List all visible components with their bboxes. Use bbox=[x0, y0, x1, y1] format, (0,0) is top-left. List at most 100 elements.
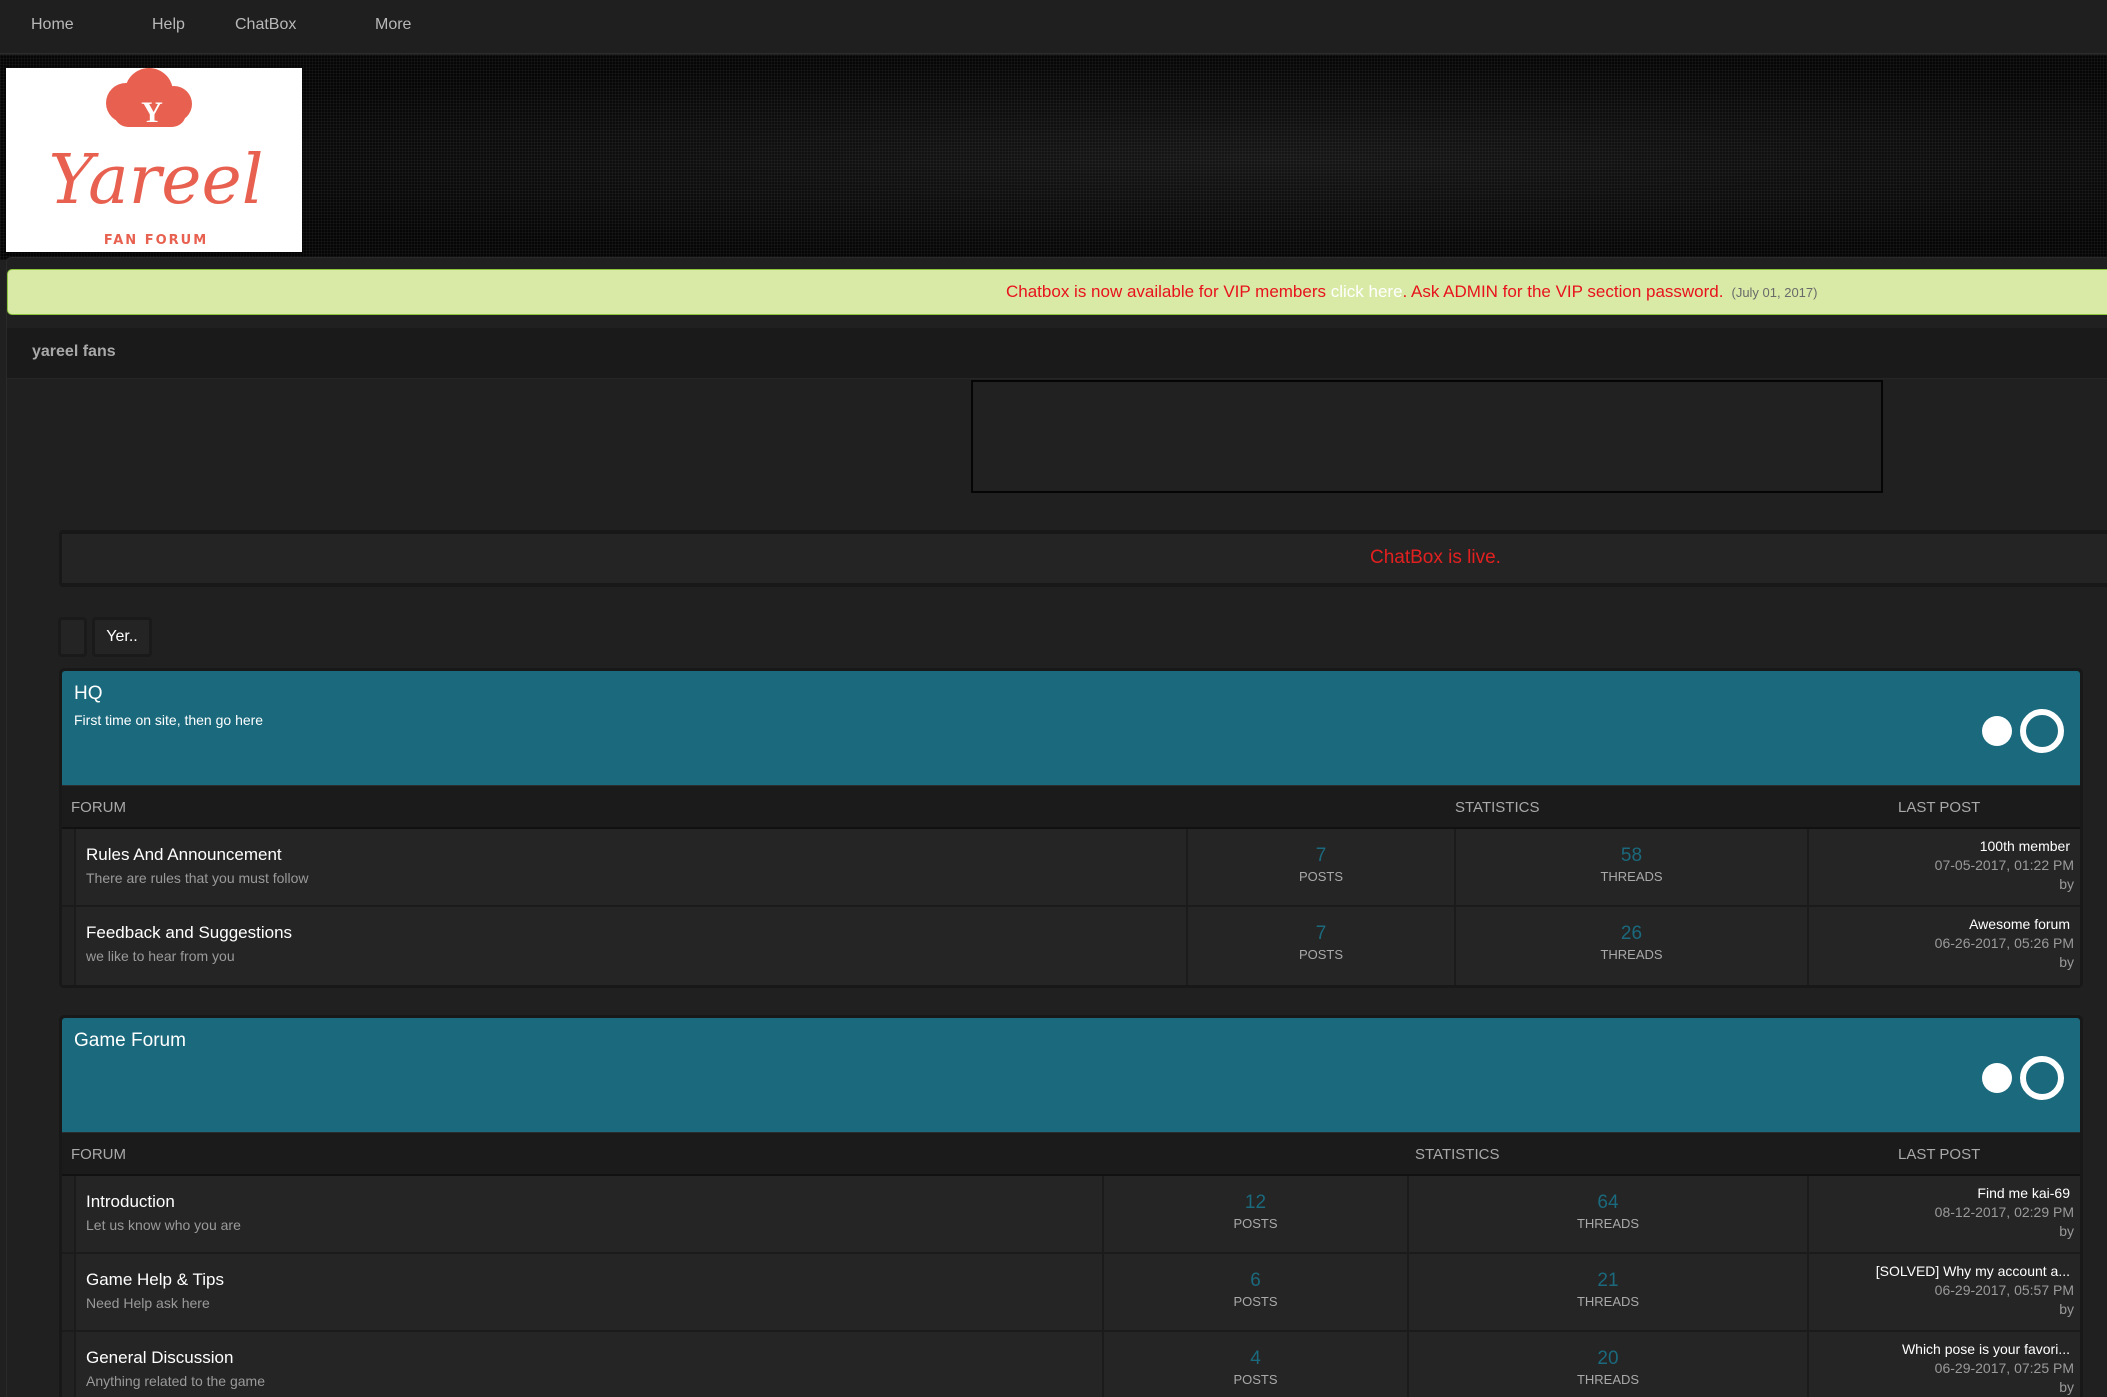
threads-count[interactable]: 26 bbox=[1456, 923, 1807, 945]
ad-placeholder bbox=[971, 380, 1883, 493]
last-post-title[interactable]: Awesome forum bbox=[1809, 916, 2074, 932]
category-toggle[interactable] bbox=[1980, 708, 2070, 754]
threads-cell: 20 THREADS bbox=[1407, 1332, 1807, 1397]
chatbox-notice-text: ChatBox is live. bbox=[1370, 547, 1501, 568]
forum-title[interactable]: Introduction bbox=[86, 1192, 175, 1212]
column-last-post: LAST POST bbox=[1898, 799, 1981, 816]
forum-row: Feedback and Suggestions we like to hear… bbox=[62, 907, 2080, 985]
last-post-cell: Which pose is your favori... 06-29-2017,… bbox=[1807, 1332, 2080, 1397]
collapse-icon[interactable] bbox=[2020, 709, 2064, 753]
threads-cell: 21 THREADS bbox=[1407, 1254, 1807, 1330]
last-post-date: 06-29-2017, 05:57 PM bbox=[1934, 1282, 2074, 1298]
forum-description: Need Help ask here bbox=[86, 1295, 210, 1311]
nav-help[interactable]: Help bbox=[152, 16, 185, 34]
announcement-link[interactable]: click here bbox=[1331, 282, 1403, 301]
posts-count[interactable]: 12 bbox=[1104, 1192, 1407, 1214]
last-post-author: by bbox=[2059, 1379, 2074, 1395]
posts-label: POSTS bbox=[1233, 1216, 1278, 1231]
last-post-title[interactable]: 100th member bbox=[1809, 838, 2074, 854]
column-headers: FORUM STATISTICS LAST POST bbox=[62, 785, 2080, 829]
last-post-title[interactable]: Find me kai-69 bbox=[1809, 1185, 2074, 1201]
posts-count[interactable]: 7 bbox=[1188, 845, 1454, 867]
posts-label: POSTS bbox=[1298, 947, 1344, 962]
category-title[interactable]: HQ bbox=[74, 683, 103, 705]
forum-title[interactable]: Rules And Announcement bbox=[86, 845, 282, 865]
forum-row: Introduction Let us know who you are 12 … bbox=[62, 1176, 2080, 1254]
threads-cell: 26 THREADS bbox=[1454, 907, 1807, 985]
forum-title[interactable]: Feedback and Suggestions bbox=[86, 923, 292, 943]
announcement-message-tail: . Ask ADMIN for the VIP section password… bbox=[1402, 282, 1724, 301]
threads-count[interactable]: 20 bbox=[1409, 1348, 1807, 1370]
threads-label: THREADS bbox=[1576, 1372, 1640, 1387]
nav-chatbox[interactable]: ChatBox bbox=[235, 16, 296, 34]
posts-count[interactable]: 7 bbox=[1188, 923, 1454, 945]
mark-read-icon[interactable] bbox=[1982, 1063, 2012, 1093]
logo-tagline: FAN FORUM bbox=[104, 233, 208, 248]
category-toggle[interactable] bbox=[1980, 1055, 2070, 1101]
posts-cell: 6 POSTS bbox=[1102, 1254, 1407, 1330]
threads-count[interactable]: 21 bbox=[1409, 1270, 1807, 1292]
last-post-title[interactable]: [SOLVED] Why my account a... bbox=[1809, 1263, 2074, 1279]
forum-description: we like to hear from you bbox=[86, 948, 235, 964]
posts-count[interactable]: 6 bbox=[1104, 1270, 1407, 1292]
column-headers: FORUM STATISTICS LAST POST bbox=[62, 1132, 2080, 1176]
announcement-banner: Chatbox is now available for VIP members… bbox=[7, 269, 2107, 315]
nav-home[interactable]: Home bbox=[31, 16, 74, 34]
breadcrumb-bar: yareel fans bbox=[7, 328, 2107, 379]
last-post-author: by bbox=[2059, 1301, 2074, 1317]
column-forum: FORUM bbox=[71, 799, 126, 816]
column-statistics: STATISTICS bbox=[1455, 799, 1540, 816]
forum-description: Anything related to the game bbox=[86, 1373, 266, 1389]
category-header: Game Forum bbox=[62, 1018, 2080, 1132]
last-post-cell: Find me kai-69 08-12-2017, 02:29 PM by bbox=[1807, 1176, 2080, 1252]
forum-row: General Discussion Anything related to t… bbox=[62, 1332, 2080, 1397]
forum-row: Rules And Announcement There are rules t… bbox=[62, 829, 2080, 907]
threads-cell: 64 THREADS bbox=[1407, 1176, 1807, 1252]
forum-title[interactable]: General Discussion bbox=[86, 1348, 233, 1368]
tab-button-blank[interactable] bbox=[58, 617, 87, 657]
threads-label: THREADS bbox=[1576, 1294, 1640, 1309]
site-logo[interactable]: Y Yareel FAN FORUM bbox=[6, 68, 302, 252]
mark-read-icon[interactable] bbox=[1982, 716, 2012, 746]
last-post-title[interactable]: Which pose is your favori... bbox=[1809, 1341, 2074, 1357]
column-last-post: LAST POST bbox=[1898, 1146, 1981, 1163]
posts-cell: 4 POSTS bbox=[1102, 1332, 1407, 1397]
last-post-cell: [SOLVED] Why my account a... 06-29-2017,… bbox=[1807, 1254, 2080, 1330]
last-post-cell: Awesome forum 06-26-2017, 05:26 PM by bbox=[1807, 907, 2080, 985]
breadcrumb-home[interactable]: yareel fans bbox=[32, 343, 116, 361]
threads-count[interactable]: 64 bbox=[1409, 1192, 1807, 1214]
forum-status-icon bbox=[62, 1332, 76, 1397]
posts-cell: 7 POSTS bbox=[1186, 829, 1454, 905]
nav-more[interactable]: More bbox=[375, 16, 411, 34]
posts-count[interactable]: 4 bbox=[1104, 1348, 1407, 1370]
forum-status-icon bbox=[62, 829, 76, 905]
forum-status-icon bbox=[62, 907, 76, 985]
threads-label: THREADS bbox=[1576, 1216, 1640, 1231]
last-post-date: 07-05-2017, 01:22 PM bbox=[1934, 857, 2074, 873]
column-statistics: STATISTICS bbox=[1415, 1146, 1500, 1163]
collapse-icon[interactable] bbox=[2020, 1056, 2064, 1100]
forum-status-icon bbox=[62, 1254, 76, 1330]
category-header: HQ First time on site, then go here bbox=[62, 671, 2080, 785]
category-hq: HQ First time on site, then go here FORU… bbox=[59, 668, 2083, 988]
posts-label: POSTS bbox=[1298, 869, 1344, 884]
announcement-message: Chatbox is now available for VIP members bbox=[1006, 282, 1331, 301]
logo-letter: Y bbox=[141, 96, 163, 129]
chatbox-notice: ChatBox is live. bbox=[59, 530, 2107, 587]
forum-title[interactable]: Game Help & Tips bbox=[86, 1270, 224, 1290]
tab-button-yer[interactable]: Yer.. bbox=[92, 617, 152, 657]
logo-graphic: Y Yareel FAN FORUM bbox=[49, 68, 263, 248]
last-post-date: 06-29-2017, 07:25 PM bbox=[1934, 1360, 2074, 1376]
threads-count[interactable]: 58 bbox=[1456, 845, 1807, 867]
last-post-author: by bbox=[2059, 1223, 2074, 1239]
posts-label: POSTS bbox=[1233, 1294, 1278, 1309]
posts-label: POSTS bbox=[1233, 1372, 1278, 1387]
site-header: Y Yareel FAN FORUM bbox=[0, 55, 2107, 260]
top-nav: Home Help ChatBox More bbox=[0, 0, 2107, 54]
forum-status-icon bbox=[62, 1176, 76, 1252]
threads-label: THREADS bbox=[1600, 947, 1663, 962]
category-title[interactable]: Game Forum bbox=[74, 1030, 186, 1052]
forum-row: Game Help & Tips Need Help ask here 6 PO… bbox=[62, 1254, 2080, 1332]
forum-description: There are rules that you must follow bbox=[86, 870, 309, 886]
announcement-date: (July 01, 2017) bbox=[1731, 285, 1818, 300]
